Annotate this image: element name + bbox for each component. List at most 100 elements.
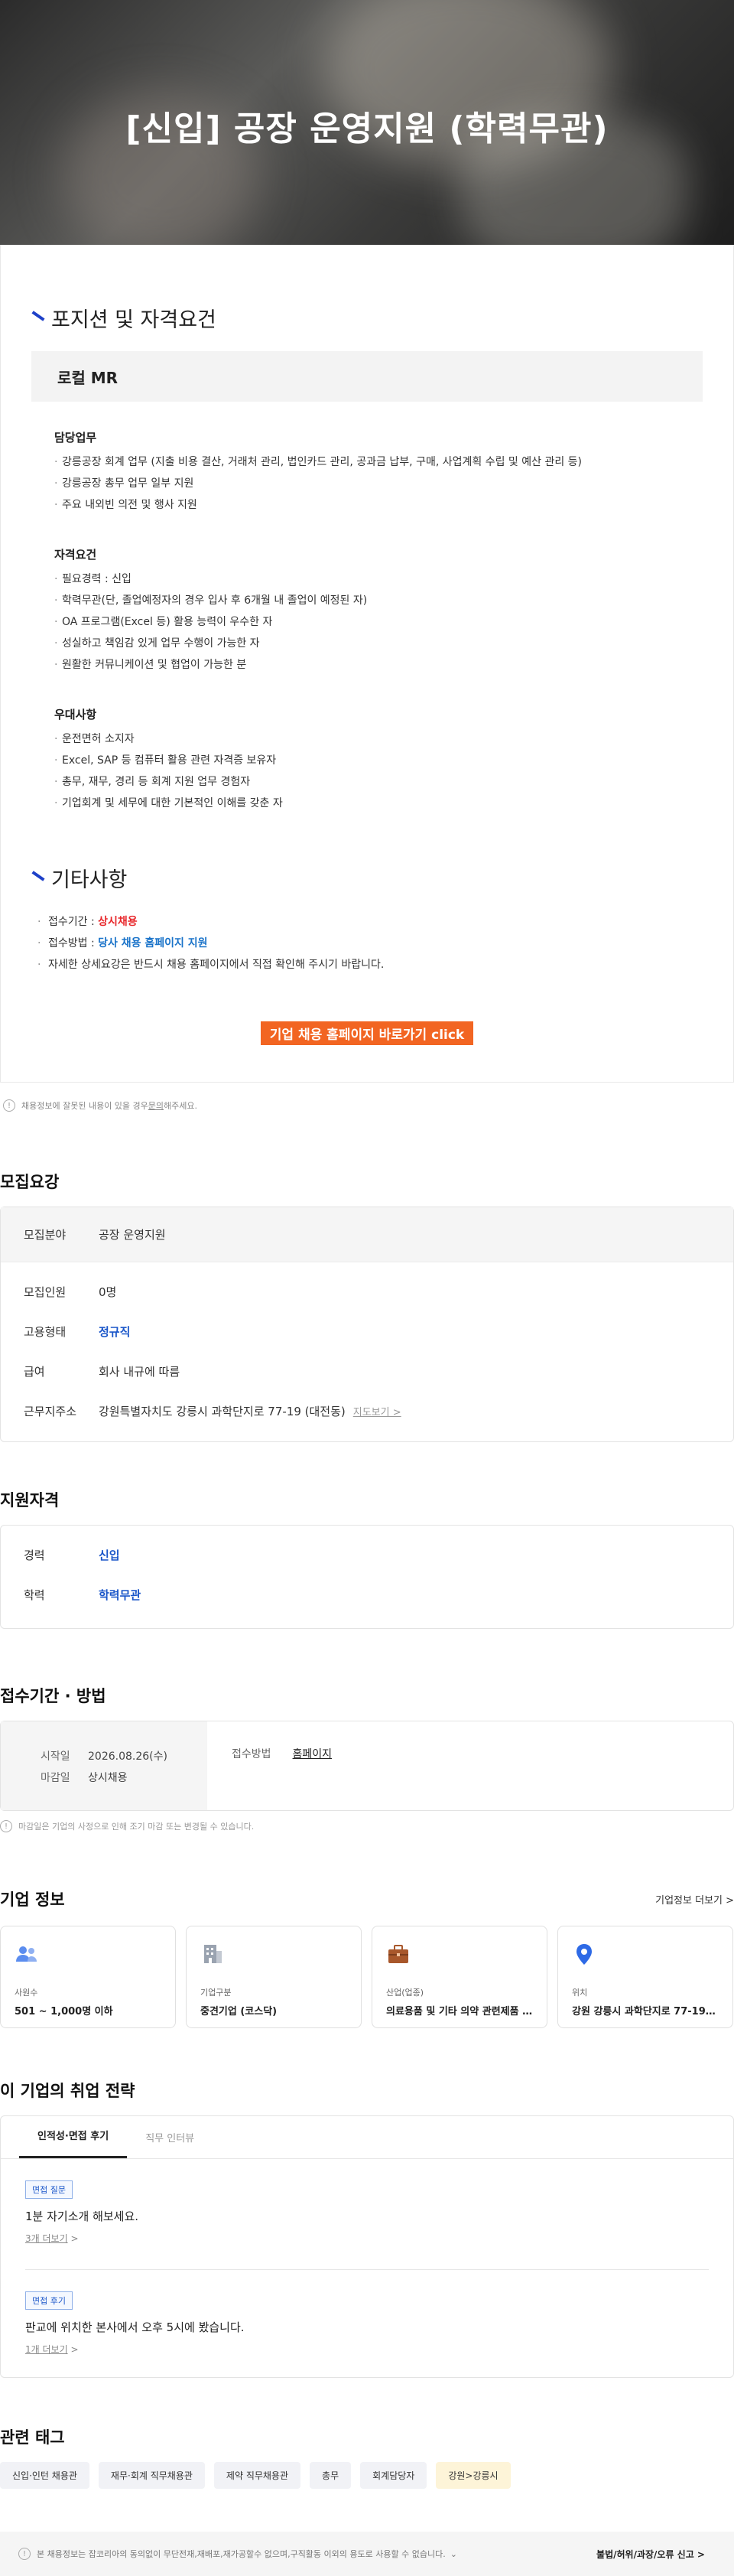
inquiry-link[interactable]: 문의: [148, 1099, 164, 1112]
footer-bar: ! 본 채용정보는 잡코리아의 동의없이 무단전재,재배포,재가공할수 없으며,구…: [0, 2532, 734, 2576]
info-icon: !: [0, 1820, 12, 1832]
people-icon: [15, 1942, 39, 1966]
recruit-field-row: 모집분야 공장 운영지원: [1, 1207, 733, 1262]
tab-job-interview[interactable]: 직무 인터뷰: [127, 2130, 213, 2158]
slash-icon: [31, 870, 45, 881]
slash-icon: [31, 310, 45, 321]
strategy-card: 인적성·면접 후기 직무 인터뷰 면접 질문 1분 자기소개 해보세요. 3개 …: [0, 2115, 734, 2378]
question-badge: 면접 질문: [25, 2180, 73, 2199]
period-title: 접수기간 · 방법: [0, 1687, 106, 1705]
list-item: 학력무관(단, 졸업예정자의 경우 입사 후 6개월 내 졸업이 예정된 자): [54, 590, 703, 611]
tag-list: 신입·인턴 채용관 재무·회계 직무채용관 제약 직무채용관 총무 회계담당자 …: [0, 2462, 734, 2489]
start-label: 시작일: [41, 1750, 70, 1763]
review-text: 판교에 위치한 본사에서 오후 5시에 봤습니다.: [25, 2320, 245, 2334]
education-label: 학력: [24, 1588, 45, 1602]
company-tile-type: 기업구분 중견기업 (코스닥): [186, 1926, 362, 2028]
method-homepage-link[interactable]: 홈페이지: [293, 1748, 333, 1760]
list-item: 기업회계 및 세무에 대한 기본적인 이해를 갖춘 자: [54, 793, 703, 814]
tile-value: 강원 강릉시 과학단지로 77-19 ...: [572, 2006, 719, 2017]
company-tile-location: 위치 강원 강릉시 과학단지로 77-19 ...: [557, 1926, 733, 2028]
etc-note: 자세한 상세요강은 반드시 채용 홈페이지에서 직접 확인해 주시기 바랍니다.: [37, 954, 703, 975]
chevron-right-icon: >: [67, 2233, 79, 2244]
recruit-card: 모집분야 공장 운영지원 모집인원 0명 고용형태 정규직 급여 회사 내규에 따름 근…: [0, 1207, 734, 1442]
etc-period: 접수기간 : 상시채용: [37, 911, 703, 933]
more-link[interactable]: 1개 더보기: [25, 2344, 68, 2355]
job-title: [신입] 공장 운영지원 (학력무관): [125, 109, 609, 148]
tab-interview-review[interactable]: 인적성·면접 후기: [19, 2128, 128, 2158]
method-label: 접수방법: [232, 1748, 271, 1760]
company-label-box: 로컬 MR: [31, 351, 703, 402]
career-label: 경력: [24, 1548, 45, 1562]
company-tile-industry: 산업(업종) 의료용품 및 기타 의약 관련제품 ...: [372, 1926, 547, 2028]
list-item: 운전면허 소지자: [54, 728, 703, 750]
duty-group: 담당업무 강릉공장 회계 업무 (지출 비용 결산, 거래처 관리, 법인카드 …: [54, 429, 703, 516]
position-heading: 포지션 및 자격요건: [31, 303, 703, 333]
list-item: 강릉공장 회계 업무 (지출 비용 결산, 거래처 관리, 법인카드 관리, 공…: [54, 451, 703, 473]
qualify-title: 지원자격: [0, 1491, 60, 1509]
career-value: 신입: [99, 1548, 120, 1562]
requirement-group: 자격요건 필요경력 : 신입 학력무관(단, 졸업예정자의 경우 입사 후 6개…: [54, 546, 703, 676]
company-more-link[interactable]: 기업정보 더보기 >: [655, 1892, 734, 1907]
group-title: 담당업무: [54, 431, 97, 445]
tag-item[interactable]: 재무·회계 직무채용관: [98, 2462, 205, 2489]
list-item: 강릉공장 총무 업무 일부 지원: [54, 473, 703, 494]
recruit-row: 고용형태 정규직: [24, 1324, 131, 1339]
recruit-row: 근무지주소 강원특별자치도 강릉시 과학단지로 77-19 (대전동) 지도보기 >: [24, 1404, 401, 1418]
question-text: 1분 자기소개 해보세요.: [25, 2210, 139, 2223]
tile-label: 위치: [572, 1988, 588, 1998]
chevron-down-icon[interactable]: ⌄: [450, 2549, 457, 2559]
tag-item[interactable]: 신입·인턴 채용관: [0, 2462, 89, 2489]
list-item: 필요경력 : 신입: [54, 568, 703, 590]
tile-label: 사원수: [15, 1988, 38, 1998]
recruit-row: 급여 회사 내규에 따름: [24, 1364, 180, 1379]
report-link[interactable]: 불법/허위/과장/오류 신고 >: [596, 2548, 705, 2561]
building-icon: [200, 1942, 225, 1966]
briefcase-icon: [386, 1942, 411, 1966]
company-tiles: 사원수 501 ~ 1,000명 이하 기업구분 중견기업 (코스닥) 산업(업…: [0, 1926, 734, 2028]
chevron-right-icon: >: [67, 2344, 79, 2355]
etc-method: 접수방법 : 당사 채용 홈페이지 지원: [37, 933, 703, 954]
group-title: 우대사항: [54, 708, 97, 721]
group-title: 자격요건: [54, 548, 97, 562]
end-label: 마감일: [41, 1772, 70, 1784]
list-item: OA 프로그램(Excel 등) 활용 능력이 우수한 자: [54, 611, 703, 633]
company-title: 기업 정보: [0, 1890, 65, 1909]
period-card: 시작일 2026.08.26(수) 마감일 상시채용 접수방법 홈페이지: [0, 1721, 734, 1811]
tile-label: 기업구분: [200, 1988, 232, 1998]
review-badge: 면접 후기: [25, 2291, 73, 2310]
tags-title: 관련 태그: [0, 2428, 65, 2447]
footer-notice: 본 채용정보는 잡코리아의 동의없이 무단전재,재배포,재가공할수 없으며,구직…: [37, 2549, 446, 2559]
company-header: 기업 정보 기업정보 더보기 >: [0, 1887, 734, 1910]
tag-item[interactable]: 제약 직무채용관: [213, 2462, 301, 2489]
tile-value: 501 ~ 1,000명 이하: [15, 2006, 113, 2017]
list-item: 성실하고 책임감 있게 업무 수행이 가능한 자: [54, 633, 703, 654]
tile-value: 중견기업 (코스닥): [200, 2006, 278, 2017]
tag-item[interactable]: 총무: [310, 2462, 352, 2489]
education-value: 학력무관: [99, 1588, 141, 1602]
job-detail: 포지션 및 자격요건 로컬 MR 담당업무 강릉공장 회계 업무 (지출 비용 …: [0, 245, 734, 1083]
preference-group: 우대사항 운전면허 소지자 Excel, SAP 등 컴퓨터 활용 관련 자격증…: [54, 706, 703, 814]
tag-item[interactable]: 회계담당자: [360, 2462, 427, 2489]
list-item: 주요 내외빈 의전 및 행사 지원: [54, 494, 703, 516]
end-value: 상시채용: [88, 1772, 128, 1784]
location-pin-icon: [572, 1942, 596, 1966]
list-item: 총무, 재무, 경리 등 회계 지원 업무 경험자: [54, 771, 703, 793]
report-notice: ! 채용정보에 잘못된 내용이 있을 경우 문의 해주세요.: [3, 1099, 734, 1112]
deadline-note: ! 마감일은 기업의 사정으로 인해 조기 마감 또는 변경될 수 있습니다.: [0, 1820, 734, 1832]
strategy-item: 면접 질문 1분 자기소개 해보세요. 3개 더보기 >: [25, 2180, 709, 2245]
more-link[interactable]: 3개 더보기: [25, 2233, 68, 2244]
homepage-link-button[interactable]: 기업 채용 홈페이지 바로가기 click: [260, 1021, 474, 1045]
map-link[interactable]: 지도보기 >: [353, 1404, 401, 1418]
info-icon: !: [18, 2548, 31, 2560]
tile-label: 산업(업종): [386, 1988, 424, 1998]
list-item: 원활한 커뮤니케이션 및 협업이 가능한 분: [54, 654, 703, 676]
etc-heading: 기타사항: [31, 863, 703, 893]
tile-value: 의료용품 및 기타 의약 관련제품 ...: [386, 2006, 533, 2017]
list-item: Excel, SAP 등 컴퓨터 활용 관련 자격증 보유자: [54, 750, 703, 771]
start-value: 2026.08.26(수): [88, 1750, 167, 1763]
qualify-card: 경력 신입 학력 학력무관: [0, 1525, 734, 1629]
tag-item[interactable]: 강원>강릉시: [436, 2462, 511, 2489]
strategy-title: 이 기업의 취업 전략: [0, 2082, 135, 2100]
info-icon: !: [3, 1099, 15, 1112]
hero-banner: [신입] 공장 운영지원 (학력무관): [0, 0, 734, 245]
